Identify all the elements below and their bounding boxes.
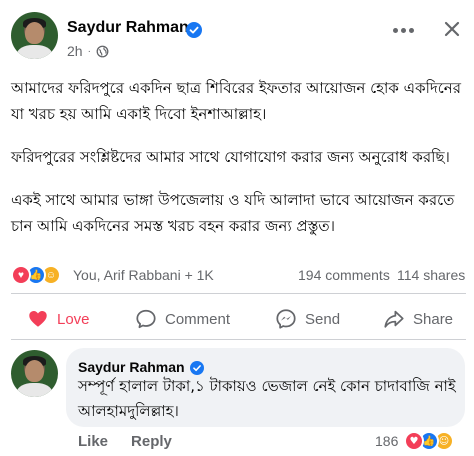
love-button[interactable]: Love bbox=[27, 303, 90, 335]
love-reaction-icon: ♥ bbox=[11, 265, 31, 285]
share-arrow-icon bbox=[384, 310, 404, 328]
post-stats: ♥ 👍 ☺ You, Arif Rabbani + 1K 194 comment… bbox=[11, 262, 466, 288]
avatar-face bbox=[25, 360, 44, 382]
globe-icon bbox=[96, 45, 109, 57]
post-paragraph: একই সাথে আমার ভাঙ্গা উপজেলায় ও যদি আলাদ… bbox=[11, 191, 455, 235]
more-options-icon[interactable] bbox=[392, 20, 414, 40]
comment-actions: Like Reply bbox=[78, 433, 172, 450]
shares-count[interactable]: 114 shares bbox=[397, 267, 465, 283]
avatar-shirt bbox=[17, 383, 52, 397]
comment-bubble-icon bbox=[136, 309, 156, 329]
author-avatar[interactable] bbox=[11, 12, 58, 59]
post-paragraph: আমাদের ফরিদপুরে একদিন ছাত্র শিবিরের ইফতা… bbox=[11, 79, 461, 123]
avatar-face bbox=[25, 22, 44, 44]
share-button-label: Share bbox=[413, 310, 454, 328]
comment-reaction-icons[interactable]: ♥ 👍 ☺ bbox=[404, 431, 462, 451]
verified-badge-icon bbox=[190, 361, 204, 375]
comment-button-label: Comment bbox=[165, 310, 231, 328]
comment-author-name[interactable]: Saydur Rahman bbox=[78, 359, 185, 375]
commenter-avatar[interactable] bbox=[11, 350, 58, 397]
reaction-icons[interactable]: ♥ 👍 ☺ bbox=[11, 265, 69, 285]
share-button[interactable]: Share bbox=[383, 303, 453, 335]
divider bbox=[11, 339, 466, 340]
verified-badge-icon bbox=[186, 22, 202, 38]
comment-reaction-count[interactable]: 186 bbox=[375, 433, 398, 449]
post-time[interactable]: 2h bbox=[67, 43, 83, 59]
send-button[interactable]: Send bbox=[275, 303, 340, 335]
love-reaction-icon: ♥ bbox=[404, 431, 424, 451]
avatar-shirt bbox=[17, 45, 52, 59]
heart-icon bbox=[29, 311, 47, 327]
comment-reply-button[interactable]: Reply bbox=[131, 433, 172, 450]
comment-text: সম্পূর্ণ হালাল টাকা,১ টাকায়ও ভেজাল নেই … bbox=[78, 377, 456, 420]
reaction-names[interactable]: You, Arif Rabbani + 1K bbox=[73, 267, 214, 283]
post-meta: 2h · bbox=[67, 43, 109, 59]
post-author-name[interactable]: Saydur Rahman bbox=[67, 19, 189, 37]
comment-button[interactable]: Comment bbox=[135, 303, 230, 335]
post-body: আমাদের ফরিদপুরে একদিন ছাত্র শিবিরের ইফতা… bbox=[11, 75, 466, 239]
divider bbox=[11, 293, 466, 294]
post-header: Saydur Rahman 2h · bbox=[0, 0, 474, 68]
messenger-send-icon bbox=[276, 309, 296, 329]
love-button-label: Love bbox=[57, 310, 90, 328]
comments-count[interactable]: 194 comments bbox=[298, 267, 390, 283]
send-button-label: Send bbox=[305, 310, 341, 328]
meta-separator: · bbox=[87, 45, 91, 57]
close-icon[interactable] bbox=[441, 18, 463, 40]
post-paragraph: ফরিদপুরের সংশ্লিষ্টদের আমার সাথে যোগাযোগ… bbox=[11, 148, 450, 166]
post-actions: Love Comment Send Share bbox=[0, 303, 474, 335]
comment-like-button[interactable]: Like bbox=[78, 433, 108, 450]
